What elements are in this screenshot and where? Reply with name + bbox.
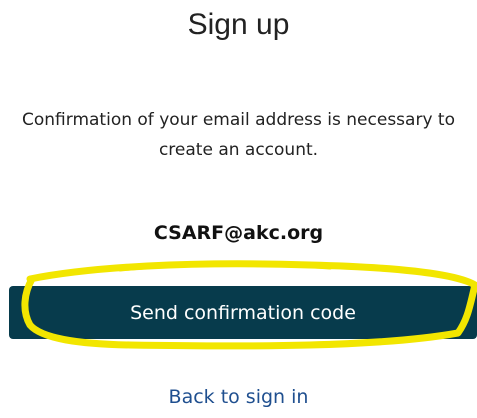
page-title: Sign up [187,8,290,41]
confirmation-message-line-2: create an account. [158,140,319,160]
email-address: CSARF@akc.org [153,222,324,244]
confirmation-message: Confirmation of your email address is ne… [0,105,477,165]
back-to-sign-in-link[interactable]: Back to sign in [0,386,477,408]
confirmation-message-line-1: Confirmation of your email address is ne… [22,110,455,130]
send-confirmation-code-button[interactable]: Send confirmation code [9,286,477,339]
sign-up-page: Sign up Confirmation of your email addre… [0,0,477,418]
